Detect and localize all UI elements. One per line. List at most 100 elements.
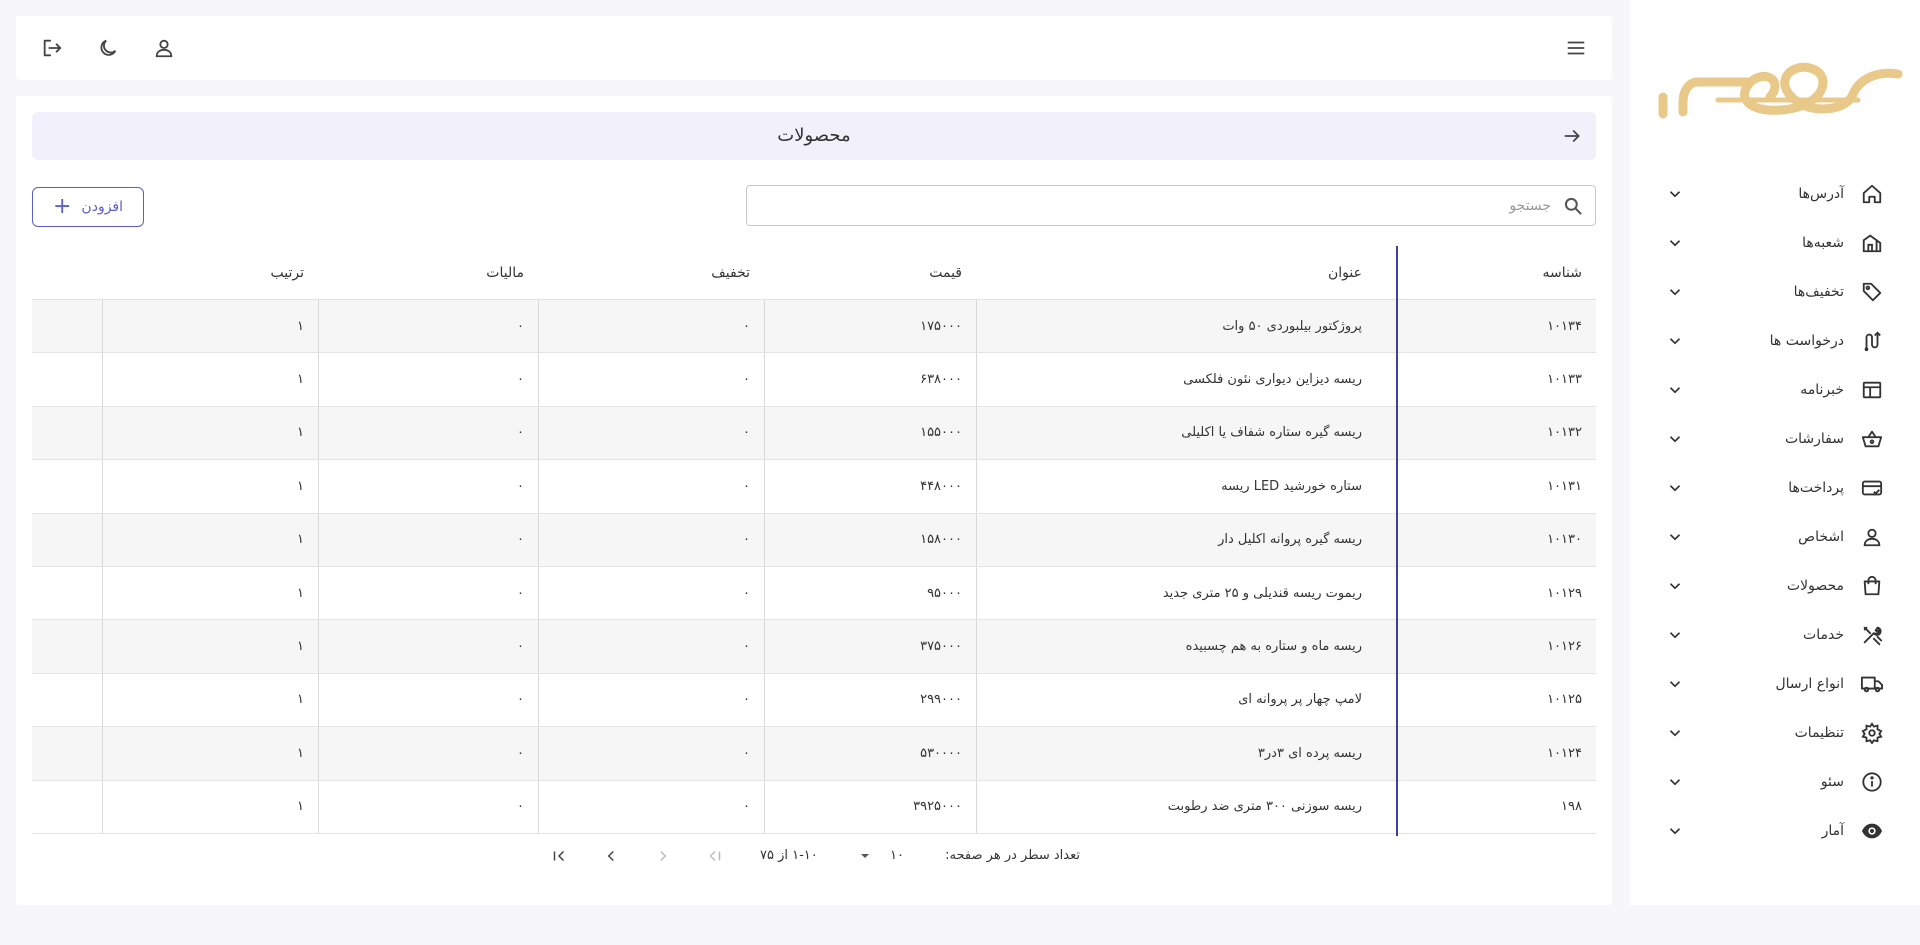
sidebar-item-orders[interactable]: سفارشات: [1630, 414, 1920, 463]
table-row[interactable]: ۱۰۱۳۳ ریسه دیزاین دیواری نئون فلکسی ۶۳۸۰۰۰…: [32, 353, 1596, 407]
sidebar-item-label: محصولات: [1786, 577, 1844, 594]
column-header-id[interactable]: شناسه: [1376, 246, 1596, 300]
sidebar-nav: آدرس‌ها شعبه‌ها تخفیف‌ها درخواست ها خبرن…: [1630, 169, 1920, 855]
column-header-order[interactable]: ترتیب: [102, 246, 318, 300]
cell-actions: [32, 567, 102, 619]
cell-id: ۱۰۱۳۳: [1547, 372, 1582, 388]
chevron-down-icon[interactable]: [1666, 528, 1684, 546]
gear-icon: [1860, 721, 1884, 745]
cell-price: ۹۵۰۰۰: [764, 566, 976, 620]
cell-discount: ۰: [538, 727, 764, 780]
chevron-down-icon[interactable]: [1666, 185, 1684, 203]
chevron-down-icon[interactable]: [1666, 430, 1684, 448]
table-row[interactable]: ۱۰۱۳۰ ریسه گیره پروانه اکلیل دار ۱۵۸۰۰۰ ۰ ۰ ۱: [32, 513, 1596, 567]
cell-title: ریموت ریسه قندیلی و ۲۵ متری جدید: [976, 566, 1376, 620]
table-row[interactable]: ۱۰۱۲۹ ریموت ریسه قندیلی و ۲۵ متری جدید ۹۵۰…: [32, 566, 1596, 621]
chevron-down-icon[interactable]: [1666, 479, 1684, 497]
cell-tax: ۰: [318, 406, 538, 460]
table-row[interactable]: ۱۰۱۳۴ پروژکتور بیلبوردی ۵۰ وات ۱۷۵۰۰۰ ۰ ۰ ۱: [32, 300, 1596, 354]
sidebar-item-newsletter[interactable]: خبرنامه: [1630, 365, 1920, 414]
truck-icon: [1860, 672, 1884, 696]
chevron-down-icon[interactable]: [1666, 577, 1684, 595]
cell-tax: ۰: [318, 727, 538, 780]
sidebar-item-services[interactable]: خدمات: [1630, 610, 1920, 659]
chevron-down-icon[interactable]: [1666, 773, 1684, 791]
sidebar-item-branches[interactable]: شعبه‌ها: [1630, 218, 1920, 267]
main-card: محصولات + افزودن شناسه عنوان قیمت تخفیف …: [16, 96, 1612, 905]
next-page-icon[interactable]: [599, 844, 623, 868]
arrow-right-icon[interactable]: [1560, 124, 1584, 148]
products-table: شناسه عنوان قیمت تخفیف مالیات ترتیب ۱۰۱۳…: [32, 246, 1596, 836]
logout-icon[interactable]: [38, 34, 66, 62]
sidebar-item-discounts[interactable]: تخفیف‌ها: [1630, 267, 1920, 316]
page-header: محصولات: [32, 112, 1596, 160]
moon-icon[interactable]: [94, 34, 122, 62]
cell-discount: ۰: [538, 620, 764, 673]
cell-discount: ۰: [538, 673, 764, 727]
sidebar-item-settings[interactable]: تنظیمات: [1630, 708, 1920, 757]
sidebar-item-label: خبرنامه: [1800, 381, 1844, 398]
column-header-tax[interactable]: مالیات: [318, 246, 538, 300]
branch-icon: [1860, 231, 1884, 255]
caret-down-icon[interactable]: [853, 844, 877, 868]
sidebar-item-label: اشخاص: [1798, 528, 1844, 545]
cell-discount: ۰: [538, 513, 764, 566]
chevron-down-icon[interactable]: [1666, 675, 1684, 693]
cell-actions: [32, 514, 102, 566]
cell-title: ریسه ماه و ستاره به هم چسبیده: [976, 620, 1376, 673]
rows-per-page-value[interactable]: ۱۰: [890, 841, 904, 871]
sidebar-item-requests[interactable]: درخواست ها: [1630, 316, 1920, 365]
cell-id: ۱۰۱۳۰: [1547, 532, 1582, 548]
cell-discount: ۰: [538, 353, 764, 406]
sidebar-item-seo[interactable]: سئو: [1630, 757, 1920, 806]
chevron-down-icon[interactable]: [1666, 332, 1684, 350]
previous-page-icon[interactable]: [651, 844, 675, 868]
column-header-title[interactable]: عنوان: [976, 246, 1376, 300]
sidebar: آدرس‌ها شعبه‌ها تخفیف‌ها درخواست ها خبرن…: [1630, 0, 1920, 905]
cell-discount: ۰: [538, 566, 764, 620]
bag-icon: [1860, 574, 1884, 598]
sidebar-item-stats[interactable]: آمار: [1630, 806, 1920, 855]
table-row[interactable]: ۱۹۸ ریسه سوزنی ۳۰۰ متری ضد رطوبت ۳۹۲۵۰۰۰ ۰ ۰…: [32, 780, 1596, 834]
sidebar-item-shipping[interactable]: انواع ارسال: [1630, 659, 1920, 708]
chevron-down-icon[interactable]: [1666, 381, 1684, 399]
add-button[interactable]: + افزودن: [32, 187, 144, 227]
column-header-price[interactable]: قیمت: [764, 246, 976, 300]
plus-icon: +: [52, 194, 72, 219]
sidebar-item-people[interactable]: اشخاص: [1630, 512, 1920, 561]
last-page-icon[interactable]: [547, 844, 571, 868]
user-icon[interactable]: [150, 34, 178, 62]
cell-order: ۱: [102, 406, 318, 460]
sidebar-item-addresses[interactable]: آدرس‌ها: [1630, 169, 1920, 218]
cell-title: لامپ چهار پر پروانه ای: [976, 673, 1376, 727]
table-row[interactable]: ۱۰۱۲۶ ریسه ماه و ستاره به هم چسبیده ۳۷۵۰۰۰…: [32, 620, 1596, 674]
chevron-down-icon[interactable]: [1666, 283, 1684, 301]
search-input[interactable]: [759, 186, 1551, 225]
sidebar-item-products[interactable]: محصولات: [1630, 561, 1920, 610]
table-row[interactable]: ۱۰۱۳۲ ریسه گیره ستاره شفاف یا اکلیلی ۱۵۵۰۰…: [32, 406, 1596, 461]
table-row[interactable]: ۱۰۱۲۵ لامپ چهار پر پروانه ای ۲۹۹۰۰۰ ۰ ۰ ۱: [32, 673, 1596, 728]
cell-id: ۱۰۱۳۲: [1547, 425, 1582, 441]
hamburger-icon[interactable]: [1562, 34, 1590, 62]
column-pin-divider[interactable]: [1396, 246, 1398, 836]
table-body: ۱۰۱۳۴ پروژکتور بیلبوردی ۵۰ وات ۱۷۵۰۰۰ ۰ ۰ ۱ ۱۰…: [32, 300, 1596, 834]
basket-icon: [1860, 427, 1884, 451]
cell-order: ۱: [102, 460, 318, 513]
cell-price: ۱۵۵۰۰۰: [764, 406, 976, 460]
chevron-down-icon[interactable]: [1666, 626, 1684, 644]
cell-discount: ۰: [538, 300, 764, 353]
cell-tax: ۰: [318, 460, 538, 513]
column-header-discount[interactable]: تخفیف: [538, 246, 764, 300]
sidebar-item-label: سفارشات: [1784, 430, 1844, 447]
table-row[interactable]: ۱۰۱۲۴ ریسه پرده ای ۳در۳ ۵۳۰۰۰۰ ۰ ۰ ۱: [32, 727, 1596, 781]
first-page-icon[interactable]: [703, 844, 727, 868]
sidebar-item-payments[interactable]: پرداخت‌ها: [1630, 463, 1920, 512]
cell-actions: [32, 300, 102, 352]
chevron-down-icon[interactable]: [1666, 822, 1684, 840]
brand-logo[interactable]: [1658, 52, 1918, 122]
chevron-down-icon[interactable]: [1666, 724, 1684, 742]
cell-price: ۶۳۸۰۰۰: [764, 353, 976, 406]
chevron-down-icon[interactable]: [1666, 234, 1684, 252]
cell-id: ۱۰۱۲۶: [1547, 639, 1582, 655]
table-row[interactable]: ۱۰۱۳۱ ریسه LED ستاره خورشید ۴۴۸۰۰۰ ۰ ۰ ۱: [32, 460, 1596, 514]
